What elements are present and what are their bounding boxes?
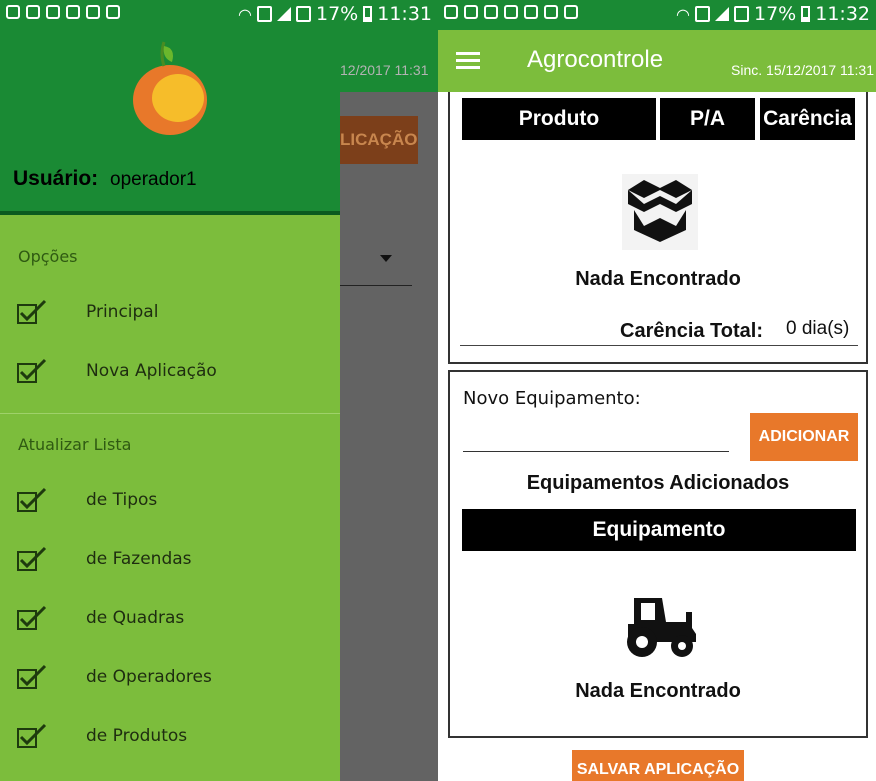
notification-icon [86,5,100,19]
battery-percent: 17% [754,3,797,25]
drawer-divider [0,413,340,414]
background-save-button: LICAÇÃO [340,116,418,164]
signal-icon [715,7,729,21]
menu-item-label: de Quadras [86,608,185,628]
menu-item-quadras[interactable]: de Quadras [0,592,340,650]
checkbox-icon [17,546,47,571]
checkbox-icon [17,605,47,630]
column-header-produto: Produto [462,98,656,140]
notification-icon [6,5,20,19]
menu-item-label: Nova Aplicação [86,361,217,381]
background-dropdown-arrow-icon [380,255,392,262]
notification-icon [544,5,558,19]
section-title-atualizar-lista: Atualizar Lista [18,435,132,454]
new-equipment-input[interactable] [463,427,729,452]
carencia-total-value: 0 dia(s) [786,318,850,339]
user-name: operador1 [110,169,197,190]
notification-icon [464,5,478,19]
status-bar: ◠ 17% 11:32 [438,0,876,30]
open-box-icon [622,174,698,250]
menu-item-produtos[interactable]: de Produtos [0,710,340,768]
clock: 11:31 [377,3,432,25]
column-header-pa: P/A [660,98,755,140]
signal-icon [277,7,291,21]
checkbox-icon [17,664,47,689]
signal-box-icon [734,6,749,22]
left-screenshot: 12/2017 11:31 LICAÇÃO ◠ 17% 11:31 Usuári… [0,0,438,781]
notification-icons [6,5,120,19]
section-title-opcoes: Opções [18,247,78,266]
save-application-button[interactable]: SALVAR APLICAÇÃO [572,750,744,781]
logo-orange [133,41,207,135]
background-dropdown-line [340,285,412,286]
products-card: Produto P/A Carência Nada Encontrado Car… [448,92,868,364]
tractor-icon [627,598,696,657]
carencia-total-label: Carência Total: [620,320,763,342]
menu-item-label: de Operadores [86,667,212,687]
user-label: Usuário: [13,167,99,190]
checkbox-icon [17,723,47,748]
status-bar: ◠ 17% 11:31 [0,0,438,30]
notification-icon [524,5,538,19]
add-equipment-button[interactable]: ADICIONAR [750,413,858,461]
app-title: Agrocontrole [527,46,664,73]
clock: 11:32 [815,3,870,25]
equipment-added-title: Equipamentos Adicionados [526,472,790,494]
battery-icon [363,6,373,22]
products-empty-text: Nada Encontrado [575,268,741,290]
wifi-icon: ◠ [676,4,690,24]
notification-icon [504,5,518,19]
notification-icon [26,5,40,19]
menu-item-label: de Produtos [86,726,188,746]
column-header-equipamento: Equipamento [462,509,856,551]
checkbox-icon [17,299,47,324]
new-equipment-label: Novo Equipamento: [463,388,641,409]
notification-icon [564,5,578,19]
hamburger-icon[interactable] [456,52,480,70]
sync-status: Sinc. 15/12/2017 11:31 [731,62,874,78]
notification-icons [444,5,578,19]
menu-item-label: Principal [86,302,159,322]
notification-icon [46,5,60,19]
menu-item-label: de Tipos [86,490,158,510]
wifi-icon: ◠ [238,4,252,24]
drawer-header: Usuário: operador1 [0,30,340,215]
total-divider [460,345,858,346]
menu-item-principal[interactable]: Principal [0,286,340,344]
checkbox-icon [17,358,47,383]
navigation-drawer: Usuário: operador1 Opções Principal Nova… [0,30,340,781]
battery-icon [801,6,811,22]
equipment-card: Novo Equipamento: ADICIONAR Equipamentos… [448,370,868,738]
menu-item-label: de Fazendas [86,549,192,569]
notification-icon [484,5,498,19]
sim-icon [695,6,710,22]
background-sinc-text: 12/2017 11:31 [340,62,429,78]
battery-percent: 17% [316,3,359,25]
menu-item-operadores[interactable]: de Operadores [0,651,340,709]
menu-item-fazendas[interactable]: de Fazendas [0,533,340,591]
equipment-empty-text: Nada Encontrado [575,680,741,702]
notification-icon [66,5,80,19]
app-bar: Agrocontrole Sinc. 15/12/2017 11:31 [438,30,876,92]
notification-icon [106,5,120,19]
sim-icon [257,6,272,22]
checkbox-icon [17,487,47,512]
signal-box-icon [296,6,311,22]
right-screenshot: ◠ 17% 11:32 Agrocontrole Sinc. 15/12/201… [438,0,876,781]
menu-item-nova-aplicacao[interactable]: Nova Aplicação [0,345,340,403]
menu-item-tipos[interactable]: de Tipos [0,474,340,532]
notification-icon [444,5,458,19]
column-header-carencia: Carência [760,98,855,140]
